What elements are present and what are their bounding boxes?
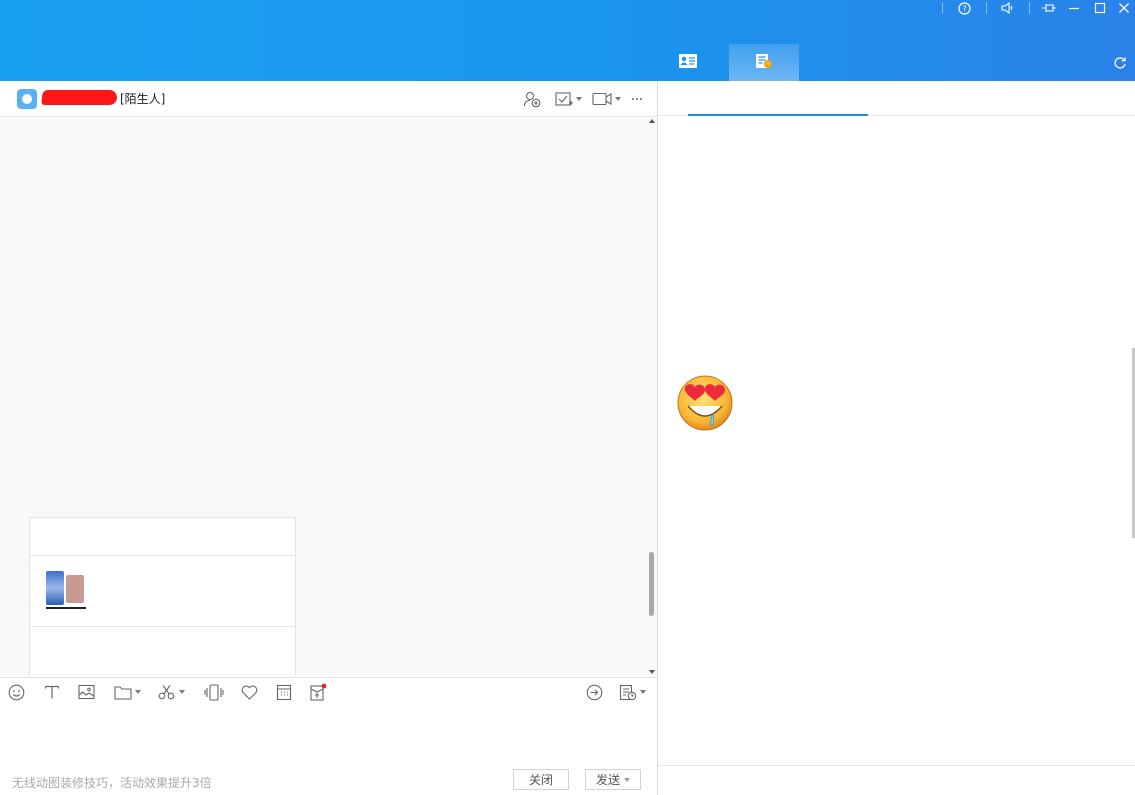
side-panel [658, 81, 1135, 795]
shake-icon[interactable] [204, 683, 224, 701]
contact-card-icon [678, 53, 698, 72]
divider [658, 765, 1135, 766]
title-bar: ? [0, 0, 1135, 81]
emoji-icon[interactable] [8, 683, 25, 701]
chat-pane: [陌生人] 无线动图装修技巧，活动效果提升3倍 关闭 发送 [0, 81, 658, 795]
tab-contact-card[interactable] [653, 44, 723, 81]
separator [1029, 2, 1030, 14]
avatar[interactable] [17, 89, 37, 109]
video-call-icon[interactable] [587, 81, 625, 116]
tab-chat-history[interactable] [729, 44, 799, 81]
separator [942, 2, 943, 14]
input-footer: 无线动图装修技巧，活动效果提升3倍 关闭 发送 [0, 766, 657, 795]
send-button-label: 发送 [595, 773, 620, 787]
send-button[interactable]: 发送 [585, 769, 641, 790]
task-icon[interactable] [549, 81, 587, 116]
separator [986, 2, 987, 14]
input-toolbar [0, 677, 657, 706]
quick-reply-icon[interactable] [586, 683, 603, 701]
red-packet-icon[interactable] [309, 683, 327, 701]
header-actions [515, 81, 649, 116]
scroll-thumb[interactable] [649, 552, 654, 616]
message-input[interactable] [0, 706, 657, 766]
scroll-up-arrow[interactable] [649, 119, 655, 123]
history-icon[interactable] [619, 683, 646, 701]
calendar-icon[interactable] [276, 683, 292, 701]
send-options-caret[interactable] [624, 777, 630, 782]
message-area[interactable] [0, 117, 657, 676]
close-button-label: 关闭 [528, 773, 553, 787]
refresh-icon[interactable] [1111, 54, 1129, 72]
close-icon[interactable] [1113, 0, 1135, 16]
message-scrollbar[interactable] [647, 117, 657, 676]
help-icon[interactable]: ? [953, 0, 975, 16]
contact-tag: [陌生人] [120, 92, 166, 106]
chat-header: [陌生人] [0, 81, 657, 117]
active-tab-indicator [688, 114, 868, 116]
favorite-icon[interactable] [241, 683, 258, 701]
card-product-row[interactable] [30, 556, 295, 627]
more-icon[interactable] [625, 81, 649, 116]
folder-icon[interactable] [114, 683, 141, 701]
maximize-icon[interactable] [1089, 0, 1111, 16]
tip-link[interactable]: 无线动图装修技巧，活动效果提升3倍 [12, 774, 212, 791]
heart-eyes-emoji-icon [676, 373, 734, 431]
screenshot-icon[interactable] [158, 683, 185, 701]
image-icon[interactable] [78, 683, 95, 701]
scroll-down-arrow[interactable] [649, 670, 655, 674]
product-card[interactable] [29, 517, 296, 676]
close-button[interactable]: 关闭 [513, 769, 569, 790]
font-icon[interactable] [44, 683, 60, 701]
side-panel-header [658, 81, 1135, 116]
chat-history-icon [755, 53, 773, 72]
minimize-icon[interactable] [1063, 0, 1085, 16]
svg-text:?: ? [962, 4, 966, 13]
card-header-row [30, 518, 295, 556]
pin-icon[interactable] [1038, 0, 1060, 16]
volume-icon[interactable] [997, 0, 1019, 16]
redacted-contact-name [41, 90, 118, 105]
add-friend-icon[interactable] [515, 81, 549, 116]
product-thumbnail[interactable] [46, 571, 86, 609]
